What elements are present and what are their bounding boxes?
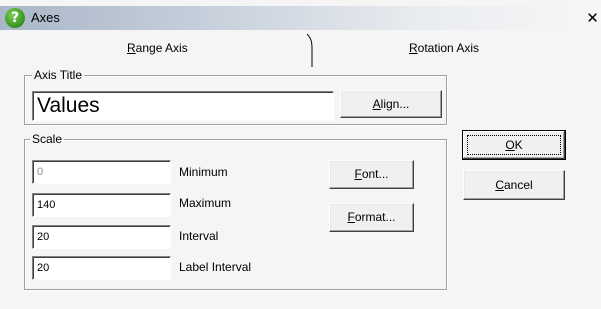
tab-rotation-axis-accel: R <box>409 41 418 55</box>
tab-divider <box>306 34 314 67</box>
tab-rotation-axis[interactable]: Rotation Axis <box>409 41 479 55</box>
close-button[interactable]: ✕ <box>584 8 601 28</box>
label-interval-label: Label Interval <box>179 260 252 274</box>
help-question-icon: ? <box>5 8 25 28</box>
format-button-accel: F <box>347 210 355 224</box>
ok-button[interactable]: OK <box>462 130 566 160</box>
label-interval-input[interactable] <box>32 256 171 280</box>
axes-dialog: ? Axes ✕ Range Axis Rotation Axis Axis T… <box>0 0 601 309</box>
close-icon: ✕ <box>586 9 599 27</box>
title-bar[interactable]: ? Axes ✕ <box>0 6 601 30</box>
align-button-label: lign... <box>380 97 410 111</box>
maximum-input[interactable] <box>32 193 171 217</box>
ok-button-focus-rect: OK <box>467 135 561 155</box>
axis-title-input[interactable] <box>32 91 334 121</box>
minimum-label: Minimum <box>179 165 228 179</box>
cancel-button[interactable]: Cancel <box>463 170 565 200</box>
tab-range-axis-label: ange Axis <box>135 41 188 55</box>
window-title: Axes <box>31 10 60 25</box>
ok-button-label: K <box>514 138 523 152</box>
format-button-label: ormat... <box>354 210 396 224</box>
format-button[interactable]: Format... <box>329 203 414 232</box>
tab-range-axis[interactable]: Range Axis <box>127 41 188 55</box>
tab-rotation-axis-label: otation Axis <box>417 41 480 55</box>
cancel-button-accel: C <box>495 178 504 192</box>
maximum-label: Maximum <box>179 196 232 210</box>
cancel-button-label: ancel <box>503 178 533 192</box>
font-button-label: ont... <box>361 167 389 181</box>
axis-title-legend: Axis Title <box>32 68 85 82</box>
ok-button-accel: O <box>505 138 515 152</box>
align-button[interactable]: Align... <box>340 90 442 118</box>
align-button-accel: A <box>372 97 381 111</box>
minimum-input[interactable] <box>32 160 171 184</box>
font-button[interactable]: Font... <box>329 160 414 189</box>
scale-legend: Scale <box>30 132 65 146</box>
font-button-accel: F <box>354 167 362 181</box>
tab-range-axis-accel: R <box>127 41 136 55</box>
interval-label: Interval <box>179 229 219 243</box>
interval-input[interactable] <box>32 225 171 249</box>
